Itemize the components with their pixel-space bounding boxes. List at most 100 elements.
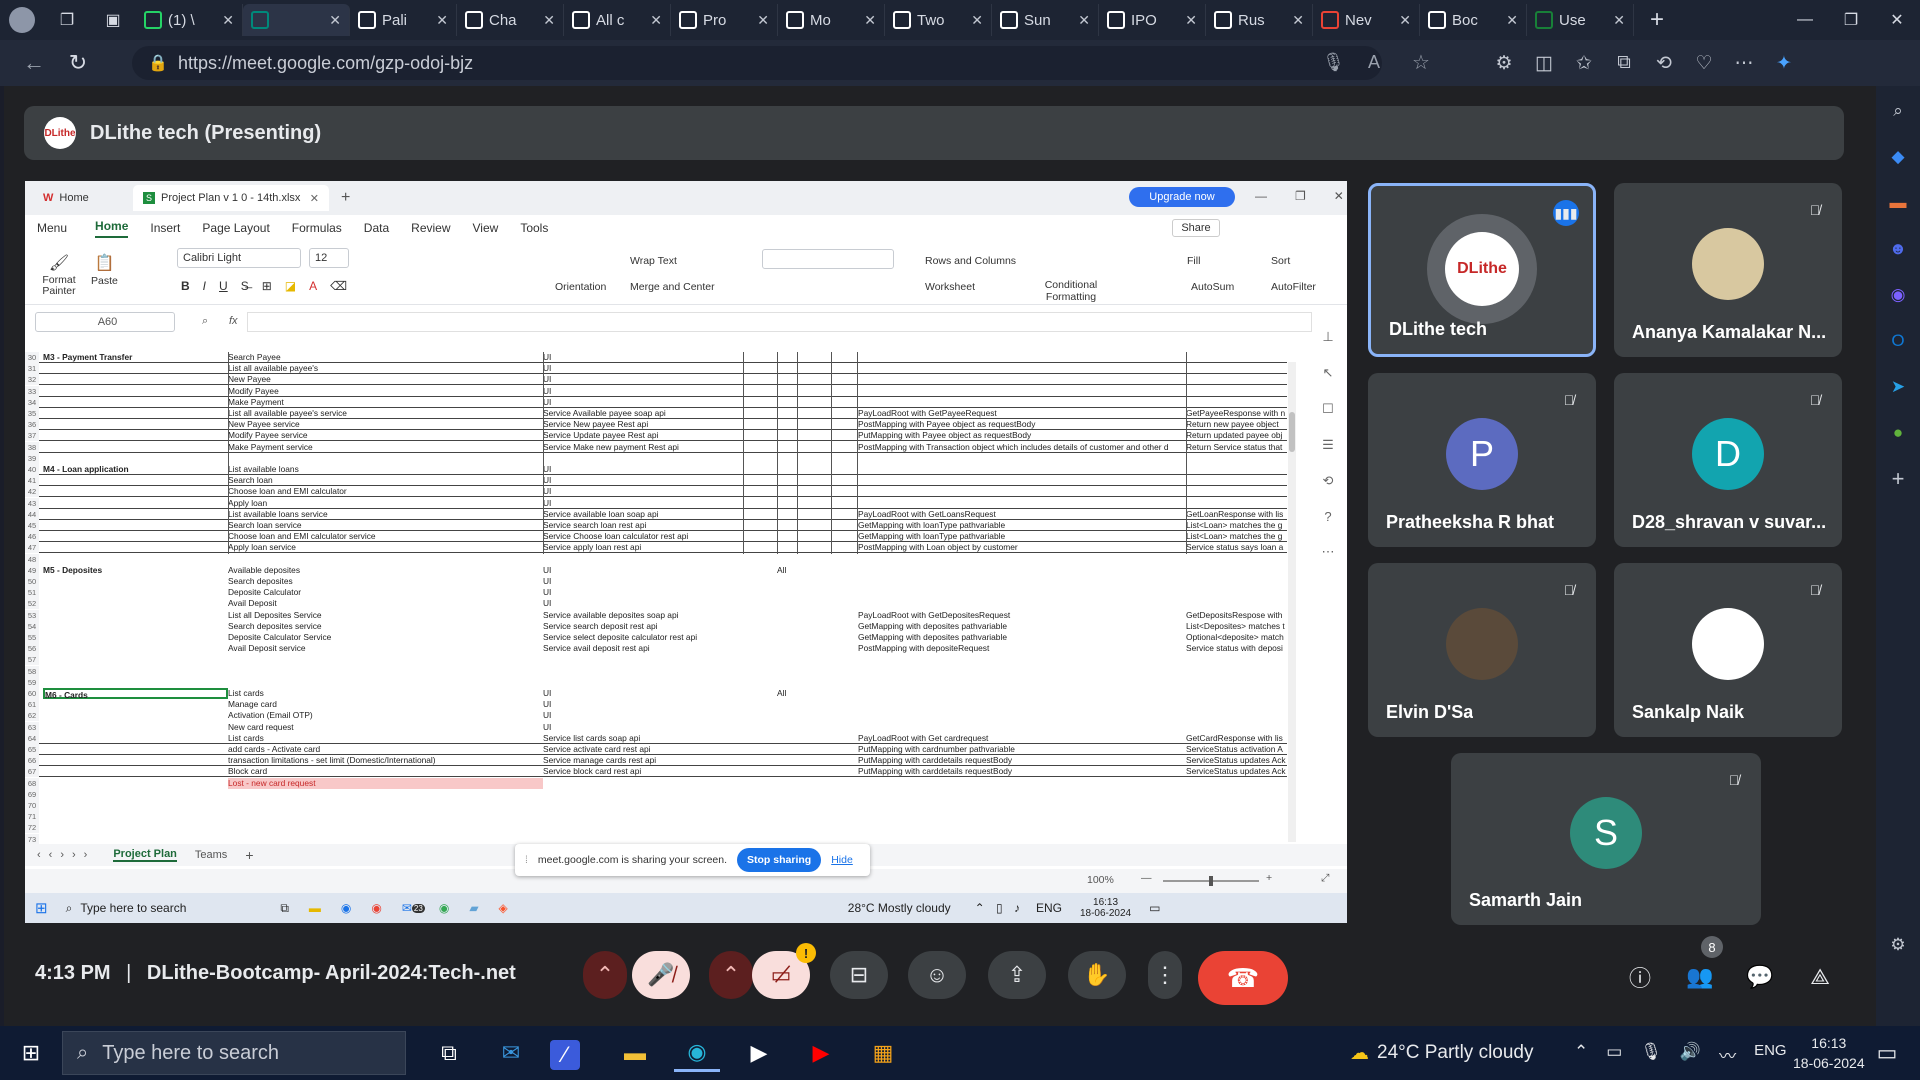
row-number[interactable]: 52 xyxy=(25,598,39,610)
cell-feature[interactable]: Avail Deposit xyxy=(228,598,277,609)
italic-icon[interactable]: I xyxy=(203,279,206,293)
share-button[interactable]: Share xyxy=(1172,219,1220,237)
row-number[interactable]: 32 xyxy=(25,374,39,386)
table-row[interactable]: 42 Choose loan and EMI calculator UI xyxy=(25,486,1287,498)
row-number[interactable]: 36 xyxy=(25,419,39,431)
cell-mapping[interactable]: GetMapping with deposites pathvariable xyxy=(858,621,1176,632)
row-number[interactable]: 64 xyxy=(25,732,39,744)
send-icon[interactable]: ➤ xyxy=(1885,374,1911,400)
browser-tab[interactable]: Two ✕ xyxy=(885,4,992,36)
cell-feature[interactable]: Deposite Calculator Service xyxy=(228,632,331,643)
cell-feature[interactable]: Modify Payee xyxy=(228,386,279,397)
sheet-tab-project-plan[interactable]: Project Plan xyxy=(113,848,177,862)
youtube-icon[interactable]: ▶ xyxy=(798,1034,844,1072)
cell-response[interactable]: GetPayeeResponse with n xyxy=(1186,408,1286,419)
close-tab-icon[interactable]: ✕ xyxy=(1292,12,1304,29)
add-sheet-icon[interactable]: + xyxy=(245,847,253,863)
cell-feature[interactable]: Modify Payee service xyxy=(228,430,308,441)
cell-feature[interactable]: List all available payee's service xyxy=(228,408,347,419)
add-sidebar-icon[interactable]: + xyxy=(1885,466,1911,492)
row-number[interactable]: 33 xyxy=(25,385,39,397)
task-view-icon[interactable]: ⧉ xyxy=(426,1034,472,1072)
cell-response[interactable]: ServiceStatus updates Ack xyxy=(1186,755,1286,766)
table-row[interactable]: 31 List all available payee's UI xyxy=(25,363,1287,375)
cell-mapping[interactable]: PutMapping with carddetails requestBody xyxy=(858,755,1176,766)
table-row[interactable]: 54 Search deposites service Service search… xyxy=(25,620,1287,632)
outlook-icon[interactable]: O xyxy=(1885,328,1911,354)
cell-type[interactable]: UI xyxy=(543,363,551,374)
taskbar-clock[interactable]: 16:13 18-06-2024 xyxy=(1793,1033,1865,1073)
cell-type[interactable]: Service apply loan rest api xyxy=(543,542,641,553)
restore-icon[interactable]: ❐ xyxy=(1295,189,1306,203)
cell-scope[interactable]: All xyxy=(777,565,786,576)
font-color-icon[interactable]: A xyxy=(309,279,317,293)
row-number[interactable]: 40 xyxy=(25,464,39,475)
browser-tab[interactable]: ✕ xyxy=(243,4,350,36)
table-row[interactable]: 66 transaction limitations - set limit (D… xyxy=(25,755,1287,767)
table-row[interactable]: 65 add cards - Activate card Service activ… xyxy=(25,744,1287,755)
drag-handle-icon[interactable]: ⁞ xyxy=(525,854,528,866)
sheet-grid[interactable]: 30 M3 - Payment Transfer Search Payee UI 31 L… xyxy=(25,342,1305,845)
tab-actions-icon[interactable]: ▣ xyxy=(90,0,136,40)
cell-type[interactable]: Service activate card rest api xyxy=(543,744,651,755)
row-number[interactable]: 51 xyxy=(25,587,39,599)
cell-feature[interactable]: New Payee service xyxy=(228,419,300,430)
bold-icon[interactable]: B xyxy=(181,279,190,293)
row-number[interactable]: 37 xyxy=(25,430,39,442)
cell-feature[interactable]: Search loan service xyxy=(228,520,302,531)
row-number[interactable]: 60 xyxy=(25,688,39,699)
row-number[interactable]: 30 xyxy=(25,352,39,363)
refresh-icon[interactable]: ↻ xyxy=(56,43,100,83)
cell-response[interactable]: List<Deposites> matches t xyxy=(1186,621,1286,632)
table-row[interactable]: 64 List cards Service list cards soap api P… xyxy=(25,732,1287,744)
profile-avatar-icon[interactable] xyxy=(0,0,44,40)
history-icon[interactable]: ⟲ xyxy=(1323,473,1334,489)
cell-mapping[interactable]: PostMapping with Payee object as request… xyxy=(858,419,1176,430)
row-number[interactable]: 66 xyxy=(25,755,39,767)
activities-button[interactable]: ⟁ xyxy=(1800,957,1840,997)
menu-menu[interactable]: Menu xyxy=(37,221,67,235)
merge-center-button[interactable]: Merge and Center xyxy=(630,281,715,293)
row-number[interactable]: 46 xyxy=(25,531,39,543)
more-options-button[interactable]: ⋮ xyxy=(1148,951,1182,999)
table-row[interactable]: 56 Avail Deposit service Service avail dep… xyxy=(25,643,1287,655)
close-tab-icon[interactable]: ✕ xyxy=(1506,12,1518,29)
cell-feature[interactable]: Apply loan xyxy=(228,498,267,509)
home-tab[interactable]: W Home xyxy=(33,185,133,211)
table-row[interactable]: 70 xyxy=(25,800,1287,811)
cell-feature[interactable]: Make Payment xyxy=(228,397,284,408)
number-format-select[interactable] xyxy=(762,249,894,269)
table-row[interactable]: 51 Deposite Calculator UI xyxy=(25,587,1287,599)
conditional-formatting-button[interactable]: Conditional Formatting xyxy=(1041,279,1101,303)
language-indicator[interactable]: ENG xyxy=(1754,1042,1787,1067)
taskbar-search[interactable]: ⌕ Type here to search xyxy=(62,1031,406,1075)
cell-feature[interactable]: Search deposites service xyxy=(228,621,322,632)
close-tab-icon[interactable]: ✕ xyxy=(1078,12,1090,29)
zoom-search-icon[interactable]: ⌕ xyxy=(202,315,208,328)
table-row[interactable]: 52 Avail Deposit UI xyxy=(25,598,1287,610)
cell-feature[interactable]: Choose loan and EMI calculator service xyxy=(228,531,376,542)
cell-response[interactable]: GetLoanResponse with lis xyxy=(1186,509,1286,520)
leave-call-button[interactable]: ☎ xyxy=(1198,951,1288,1005)
menu-data[interactable]: Data xyxy=(364,221,389,235)
cell-response[interactable]: Service status with deposi xyxy=(1186,643,1286,654)
cell-feature[interactable]: Choose loan and EMI calculator xyxy=(228,486,347,497)
table-row[interactable]: 38 Make Payment service Service Make new p… xyxy=(25,441,1287,453)
row-number[interactable]: 31 xyxy=(25,363,39,375)
cell-type[interactable]: Service New payee Rest api xyxy=(543,419,648,430)
maximize-icon[interactable]: ❐ xyxy=(1828,0,1874,40)
cell-feature[interactable]: Search loan xyxy=(228,475,273,486)
inner-mail-icon[interactable]: ✉ xyxy=(402,901,412,915)
url-field[interactable]: 🔒 https://meet.google.com/gzp-odoj-bjz 🎙… xyxy=(132,46,1430,80)
cell-feature[interactable]: Activation (Email OTP) xyxy=(228,710,313,721)
inner-brave-icon[interactable]: ◈ xyxy=(499,901,508,915)
row-number[interactable]: 72 xyxy=(25,822,39,834)
cell-type[interactable]: Service Choose loan calculator rest api xyxy=(543,531,688,542)
row-number[interactable]: 68 xyxy=(25,777,39,789)
inner-search-text[interactable]: Type here to search xyxy=(80,901,260,915)
cell-type[interactable]: UI xyxy=(543,374,551,385)
cell-type[interactable]: Service search deposit rest api xyxy=(543,621,658,632)
cell-type[interactable]: UI xyxy=(543,397,551,408)
row-number[interactable]: 70 xyxy=(25,800,39,811)
cell-response[interactable]: List<Loan> matches the g xyxy=(1186,520,1286,531)
